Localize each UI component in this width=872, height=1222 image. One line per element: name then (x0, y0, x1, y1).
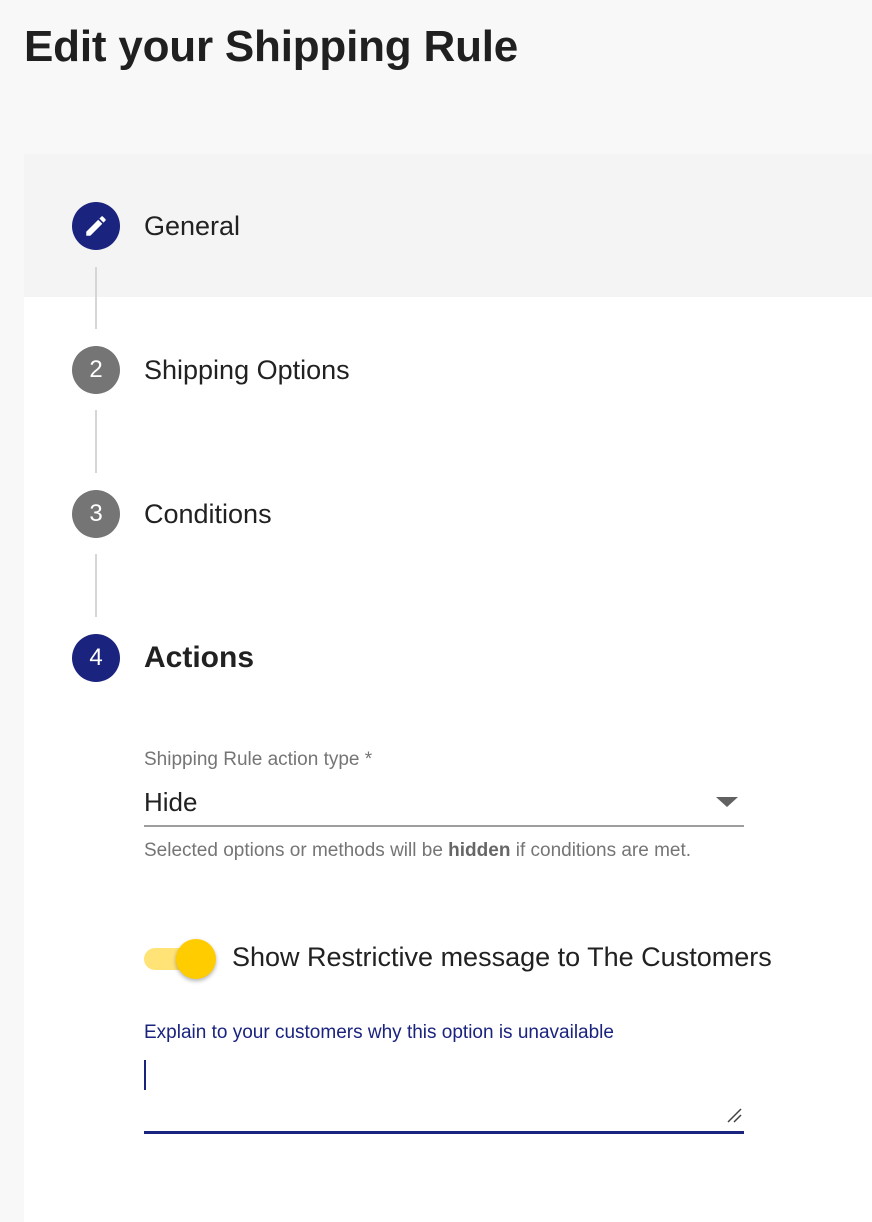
action-type-select[interactable]: Hide (144, 779, 744, 827)
message-textarea[interactable] (144, 1054, 744, 1134)
step-conditions[interactable]: 3 Conditions (24, 484, 872, 544)
dropdown-arrow-icon (716, 797, 738, 807)
hint-prefix: Selected options or methods will be (144, 840, 449, 861)
step-general[interactable]: General (24, 196, 872, 256)
page-title: Edit your Shipping Rule (24, 22, 519, 71)
hint-bold: hidden (448, 840, 511, 861)
step-number-badge: 3 (72, 490, 120, 538)
action-type-hint: Selected options or methods will be hidd… (144, 840, 724, 862)
step-connector (95, 267, 97, 329)
toggle-thumb (176, 939, 216, 979)
vertical-stepper: General 2 Shipping Options 3 Conditions … (24, 154, 872, 1222)
step-label-conditions: Conditions (144, 498, 272, 529)
step-edit-indicator (72, 202, 120, 250)
step-number-badge: 4 (72, 634, 120, 682)
action-type-label: Shipping Rule action type * (144, 749, 373, 770)
step-shipping-options[interactable]: 2 Shipping Options (24, 340, 872, 400)
pencil-icon (86, 216, 106, 236)
action-type-value: Hide (144, 786, 198, 817)
text-caret (144, 1060, 146, 1090)
step-connector (95, 410, 97, 473)
step-number-badge: 2 (72, 346, 120, 394)
step-label-general: General (144, 210, 241, 241)
hint-suffix: if conditions are met. (510, 840, 692, 861)
resize-handle-icon[interactable] (726, 1107, 742, 1123)
restrictive-message-toggle-label[interactable]: Show Restrictive message to The Customer… (232, 942, 772, 973)
step-label-shipping-options: Shipping Options (144, 354, 350, 385)
step-connector (95, 554, 97, 617)
restrictive-message-toggle[interactable] (144, 939, 216, 979)
step-actions[interactable]: 4 Actions (24, 628, 872, 688)
step-label-actions: Actions (144, 641, 255, 674)
message-field-label: Explain to your customers why this optio… (144, 1022, 614, 1043)
